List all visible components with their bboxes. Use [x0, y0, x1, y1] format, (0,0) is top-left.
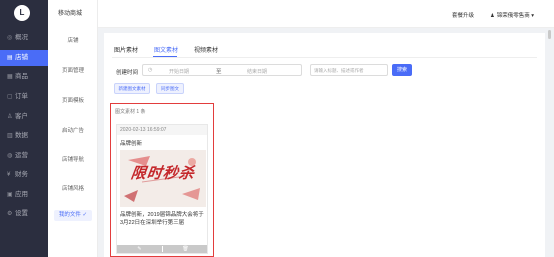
delete-icon[interactable]: 🗑 — [163, 245, 208, 253]
sidebar-item-customers[interactable]: ♙ 客户 — [0, 109, 48, 125]
operation-icon: ◍ — [7, 153, 13, 159]
date-range-picker[interactable]: ◷ 开始日期 至 结束日期 — [142, 64, 302, 76]
new-article-button[interactable]: 新建图文素材 — [114, 83, 150, 94]
start-date-input[interactable]: 开始日期 — [169, 68, 189, 75]
finance-icon: ¥ — [7, 172, 11, 178]
sidebar-item-label: 数据 — [15, 132, 28, 139]
article-card[interactable]: 2020-02-13 16:59:07 品牌创新 限时秒杀 品牌创新，2019届… — [116, 124, 208, 254]
search-button[interactable]: 搜索 — [392, 64, 412, 76]
scrollbar[interactable] — [548, 30, 551, 39]
materials-panel: 图片素材 图文素材 视频素材 创建时间 ◷ 开始日期 至 结束日期 搜索 新建图… — [104, 33, 545, 257]
user-name: 锦荣俄零售商 ▾ — [496, 13, 534, 19]
submenu-item-store-style[interactable]: 店铺风格 — [48, 184, 98, 192]
upgrade-link[interactable]: 套餐升级 — [452, 11, 474, 19]
date-separator: 至 — [216, 69, 222, 75]
sidebar-item-apps[interactable]: ▣ 应用 — [0, 187, 48, 203]
customer-icon: ♙ — [7, 114, 13, 120]
highlighted-materials-section: 图文素材 1 条 2020-02-13 16:59:07 品牌创新 限时秒杀 品… — [110, 103, 214, 257]
user-icon: ♟ — [490, 13, 495, 19]
cover-slogan: 限时秒杀 — [129, 164, 197, 182]
app-logo: L — [14, 5, 30, 21]
submenu-item-store[interactable]: 店铺 — [48, 36, 98, 44]
submenu-item-my-files[interactable]: 我的文件 ✓ — [54, 210, 92, 221]
tab-divider — [112, 57, 537, 58]
app-icon: ▣ — [7, 192, 13, 198]
submenu-title: 移动商城 — [58, 11, 83, 17]
order-icon: ▢ — [7, 94, 13, 100]
sidebar-item-goods[interactable]: ▦ 商品 — [0, 69, 48, 85]
sidebar-item-label: 设置 — [15, 210, 28, 217]
search-input[interactable] — [311, 65, 387, 75]
data-icon: ▥ — [7, 133, 13, 139]
submenu-item-page-templates[interactable]: 页面模板 — [48, 96, 98, 104]
submenu-item-page-management[interactable]: 页面管理 — [48, 66, 98, 74]
sidebar-item-label: 客户 — [15, 113, 28, 120]
goods-icon: ▦ — [7, 74, 13, 80]
article-title: 品牌创新 — [120, 141, 143, 147]
sidebar-item-store[interactable]: ▤ 店铺 — [0, 50, 48, 66]
sidebar-item-overview[interactable]: ◎ 概况 — [0, 30, 48, 46]
dashboard-icon: ◎ — [7, 35, 13, 41]
created-time-label: 创建时间 — [116, 70, 139, 76]
settings-icon: ⚙ — [7, 211, 13, 217]
sidebar-item-settings[interactable]: ⚙ 设置 — [0, 206, 48, 222]
sidebar-item-label: 概况 — [15, 34, 28, 41]
sidebar-item-label: 店铺 — [15, 54, 28, 61]
article-cover-image: 限时秒杀 — [120, 150, 206, 207]
sidebar-item-label: 订单 — [15, 93, 28, 100]
submenu-item-launch-ad[interactable]: 启动广告 — [48, 126, 98, 134]
calendar-icon: ◷ — [148, 67, 153, 73]
edit-icon[interactable]: ✎ — [117, 245, 162, 253]
sidebar-item-finance[interactable]: ¥ 财务 — [0, 167, 48, 183]
tab-image-materials[interactable]: 图片素材 — [114, 45, 138, 54]
sidebar-item-label: 应用 — [15, 191, 28, 198]
sidebar-item-label: 商品 — [15, 73, 28, 80]
submenu-item-store-nav[interactable]: 店铺导航 — [48, 155, 98, 163]
top-header: 套餐升级 ♟ 锦荣俄零售商 ▾ — [98, 0, 554, 28]
user-menu[interactable]: ♟ 锦荣俄零售商 ▾ — [490, 11, 534, 19]
store-icon: ▤ — [7, 55, 13, 61]
secondary-menu: 移动商城 店铺 页面管理 页面模板 启动广告 店铺导航 店铺风格 我的文件 ✓ — [48, 0, 98, 257]
sidebar-item-label: 运营 — [15, 152, 28, 159]
materials-count: 图文素材 1 条 — [115, 109, 146, 115]
end-date-input[interactable]: 结束日期 — [247, 68, 267, 75]
article-description: 品牌创新，2019届锦品牌大会将于3月22日在深圳举行第三届 — [120, 212, 204, 226]
sidebar-item-data[interactable]: ▥ 数据 — [0, 128, 48, 144]
sidebar-item-label: 财务 — [15, 171, 28, 178]
article-time: 2020-02-13 16:59:07 — [117, 125, 207, 135]
search-field[interactable] — [310, 64, 388, 76]
sidebar-item-operation[interactable]: ◍ 运营 — [0, 148, 48, 164]
tab-video-materials[interactable]: 视频素材 — [194, 45, 218, 54]
article-actions: ✎ 🗑 — [117, 245, 207, 253]
sidebar-item-orders[interactable]: ▢ 订单 — [0, 89, 48, 105]
sync-articles-button[interactable]: 同步图文 — [156, 83, 184, 94]
tab-article-materials[interactable]: 图文素材 — [154, 45, 178, 54]
main-sidebar: L ◎ 概况 ▤ 店铺 ▦ 商品 ▢ 订单 ♙ 客户 ▥ 数据 ◍ 运营 ¥ 财务 ▣ 应用 ⚙ 设… — [0, 0, 48, 257]
